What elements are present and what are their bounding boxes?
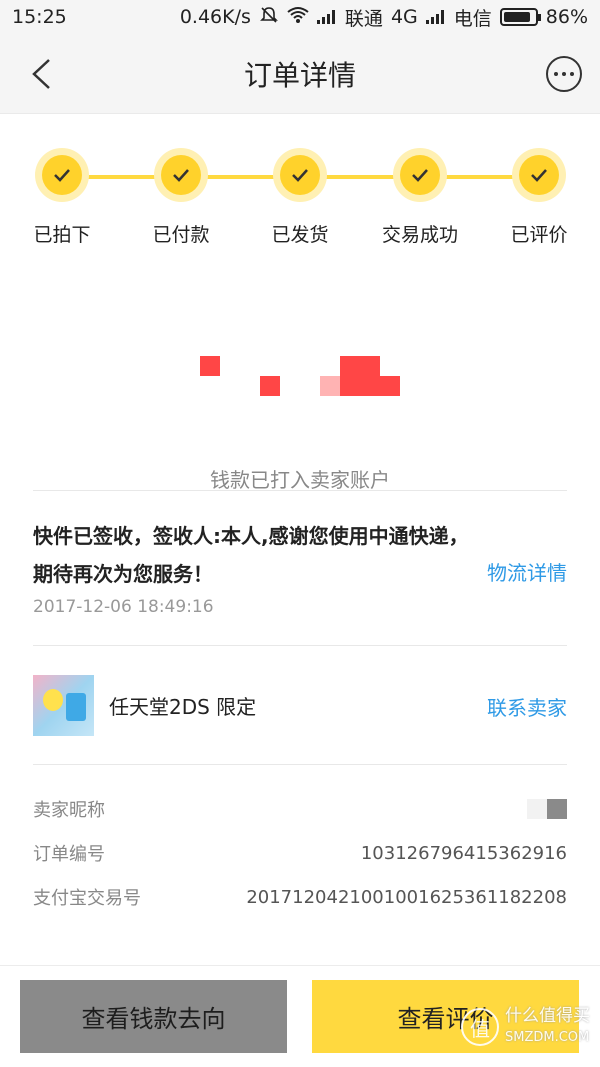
step-placed: 已拍下 [12, 148, 112, 247]
product-row[interactable]: 任天堂2DS 限定 联系卖家 [0, 646, 600, 764]
check-icon [519, 155, 559, 195]
step-label: 已评价 [510, 224, 568, 246]
wifi-icon [287, 6, 309, 29]
more-options-icon[interactable] [546, 56, 582, 92]
status-bar: 15:25 0.46K/s 联通 4G 电信 86% [0, 0, 600, 34]
watermark: 值 什么值得买 SMZDM.COM [461, 1005, 590, 1049]
check-icon [42, 155, 82, 195]
page-title: 订单详情 [243, 58, 356, 92]
check-icon [280, 155, 320, 195]
clock: 15:25 [12, 6, 67, 28]
back-arrow-icon[interactable] [30, 58, 52, 90]
step-shipped: 已发货 [250, 148, 350, 247]
step-label: 已拍下 [33, 224, 91, 246]
alipay-value: 2017120421001001625361182208 [246, 886, 567, 908]
product-name: 任天堂2DS 限定 [109, 694, 257, 719]
alipay-label: 支付宝交易号 [33, 888, 141, 909]
check-icon [400, 155, 440, 195]
carrier-2: 电信 [453, 7, 492, 30]
battery-icon [499, 8, 541, 26]
order-progress: 已拍下 已付款 已发货 交易成功 已评价 [0, 114, 600, 264]
order-number-row: 订单编号 103126796415362916 [33, 831, 567, 875]
status-message: 钱款已打入卖家账户 [210, 468, 390, 492]
logistics-message: 快件已签收，签收人:本人,感谢您使用中通快递，期待再次为您服务！ [33, 524, 469, 586]
alipay-row: 支付宝交易号 2017120421001001625361182208 [33, 875, 567, 919]
network-type: 4G [390, 6, 418, 28]
network-speed: 0.46K/s [179, 6, 251, 28]
contact-seller-link[interactable]: 联系卖家 [487, 692, 567, 721]
status-right: 0.46K/s 联通 4G 电信 86% [180, 4, 588, 31]
signal-icon-2 [425, 10, 446, 24]
order-number-value: 103126796415362916 [360, 842, 567, 864]
watermark-logo: 值 [461, 1008, 499, 1046]
step-reviewed: 已评价 [489, 148, 589, 247]
step-completed: 交易成功 [370, 148, 470, 247]
product-thumbnail [33, 674, 94, 736]
order-number-label: 订单编号 [33, 844, 105, 865]
nav-bar: 订单详情 [0, 34, 600, 114]
mute-icon [259, 5, 279, 30]
signal-icon [316, 10, 337, 24]
step-label: 已发货 [271, 224, 329, 246]
step-label: 交易成功 [381, 224, 458, 246]
battery-level: 86% [545, 6, 588, 28]
seller-nickname-redacted [527, 799, 567, 819]
check-icon [161, 155, 201, 195]
pixelated-image [200, 356, 400, 401]
seller-row: 卖家昵称 [33, 787, 567, 831]
logistics-details-link[interactable]: 物流详情 [487, 557, 567, 586]
seller-label: 卖家昵称 [33, 800, 105, 821]
watermark-site: SMZDM.COM [505, 1030, 590, 1045]
status-section: 钱款已打入卖家账户 [0, 264, 600, 492]
logistics-time: 2017-12-06 18:49:16 [33, 597, 214, 617]
step-paid: 已付款 [131, 148, 231, 247]
step-label: 已付款 [152, 224, 210, 246]
view-money-flow-button[interactable]: 查看钱款去向 [20, 980, 287, 1053]
order-info: 卖家昵称 订单编号 103126796415362916 支付宝交易号 2017… [0, 765, 600, 919]
carrier-1: 联通 [344, 7, 383, 30]
logistics-section: 快件已签收，签收人:本人,感谢您使用中通快递，期待再次为您服务！ 2017-12… [0, 491, 600, 645]
watermark-brand: 什么值得买 [505, 1006, 590, 1026]
